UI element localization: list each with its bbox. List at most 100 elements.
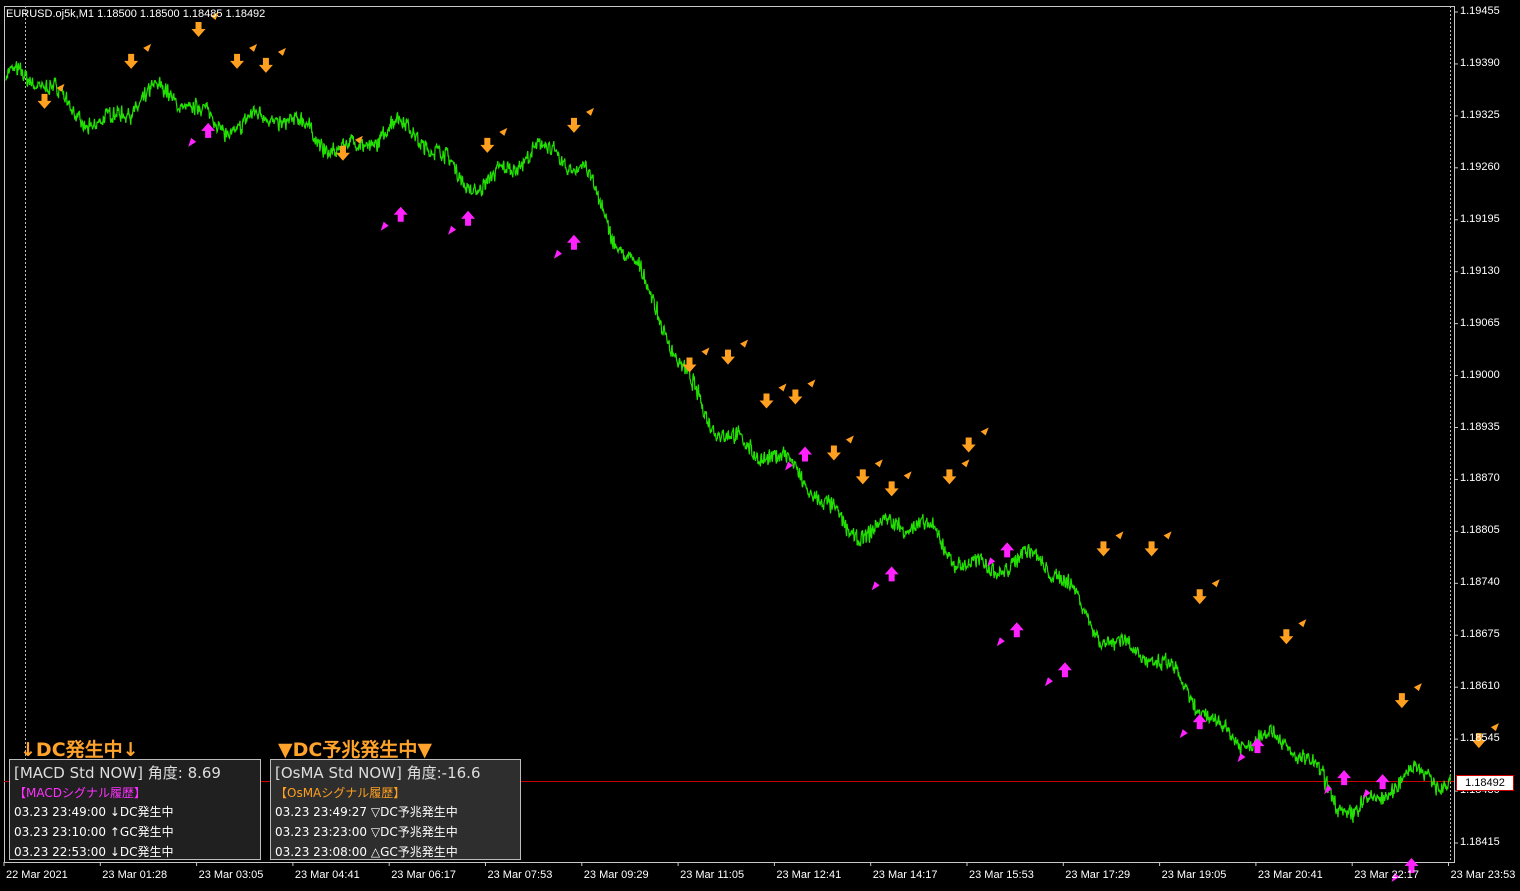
price-chart[interactable] — [0, 0, 1520, 891]
chart-frame — [4, 6, 1455, 863]
time-axis-label: 23 Mar 04:41 — [294, 869, 360, 881]
down-signal-arrow-icon — [124, 53, 139, 69]
up-signal-tick-icon — [380, 221, 389, 231]
up-signal-tick-icon — [996, 637, 1005, 647]
down-signal-tick-icon — [499, 127, 508, 136]
down-signal-arrow-icon — [788, 389, 803, 405]
chart-area[interactable] — [0, 0, 1520, 891]
down-signal-tick-icon — [778, 383, 787, 392]
down-signal-arrow-icon — [759, 393, 774, 409]
down-signal-tick-icon — [874, 459, 883, 468]
down-signal-tick-icon — [1490, 723, 1499, 732]
up-signal-arrow-icon — [393, 206, 408, 222]
macd-banner: ↓DC発生中↓ — [20, 739, 139, 761]
down-signal-tick-icon — [1115, 531, 1124, 540]
up-signal-tick-icon — [871, 581, 880, 591]
osma-panel: [OsMA Std NOW] 角度:-16.6 【OsMAシグナル履歴】 03.… — [270, 759, 521, 860]
down-signal-tick-icon — [701, 347, 710, 356]
time-axis-label: 23 Mar 19:05 — [1161, 869, 1227, 881]
price-axis-label: 1.19000 — [1460, 368, 1500, 381]
osma-history-row: 03.23 23:08:00 △GC予兆発生中 — [275, 845, 458, 859]
macd-panel-title: [MACD Std NOW] 角度: 8.69 — [14, 764, 221, 782]
time-axis-label: 23 Mar 11:05 — [680, 869, 745, 881]
down-signal-tick-icon — [845, 435, 854, 444]
osma-history-title: 【OsMAシグナル履歴】 — [275, 786, 406, 800]
time-axis-label: 23 Mar 20:41 — [1257, 869, 1323, 881]
up-signal-tick-icon — [553, 249, 562, 259]
price-axis-label: 1.19390 — [1460, 56, 1500, 69]
up-signal-tick-icon — [188, 137, 197, 147]
osma-history-row: 03.23 23:49:27 ▽DC予兆発生中 — [275, 805, 458, 819]
down-signal-arrow-icon — [230, 53, 245, 69]
down-signal-tick-icon — [807, 379, 816, 388]
time-axis-label: 23 Mar 03:05 — [198, 869, 264, 881]
up-signal-arrow-icon — [798, 446, 813, 462]
price-axis-label: 1.19130 — [1460, 264, 1500, 277]
macd-panel: [MACD Std NOW] 角度: 8.69 【MACDシグナル履歴】 03.… — [9, 759, 261, 860]
price-axis-label: 1.19260 — [1460, 160, 1500, 173]
up-signal-tick-icon — [1044, 677, 1053, 687]
down-signal-arrow-icon — [942, 469, 957, 485]
down-signal-arrow-icon — [480, 137, 495, 153]
price-axis-label: 1.18415 — [1460, 836, 1500, 848]
down-signal-tick-icon — [56, 83, 65, 92]
time-axis-label: 22 Mar 2021 — [6, 869, 68, 881]
down-signal-tick-icon — [1211, 579, 1220, 588]
time-axis-label: 23 Mar 22:17 — [1354, 869, 1420, 881]
price-axis-label: 1.19065 — [1460, 316, 1500, 329]
price-axis-label: 1.18610 — [1460, 680, 1500, 693]
up-signal-arrow-icon — [461, 210, 476, 226]
up-signal-arrow-icon — [1057, 662, 1072, 678]
price-axis-label: 1.18935 — [1460, 420, 1500, 433]
osma-history-row: 03.23 23:23:00 ▽DC予兆発生中 — [275, 825, 458, 839]
price-axis-label: 1.18740 — [1460, 576, 1500, 589]
macd-history-row: 03.23 23:49:00 ↓DC発生中 — [14, 805, 174, 819]
price-axis-label: 1.18675 — [1460, 628, 1500, 641]
time-axis-label: 23 Mar 12:41 — [776, 869, 842, 881]
up-signal-arrow-icon — [1375, 774, 1390, 790]
time-axis-label: 23 Mar 06:17 — [391, 869, 457, 881]
osma-banner: ▼DC予兆発生中▼ — [278, 739, 432, 761]
time-axis-label: 23 Mar 09:29 — [583, 869, 649, 881]
price-axis-label: 1.19195 — [1460, 212, 1500, 225]
down-signal-tick-icon — [143, 43, 152, 52]
down-signal-tick-icon — [249, 43, 258, 52]
down-signal-arrow-icon — [855, 469, 870, 485]
current-price-tag: 1.18492 — [1456, 775, 1514, 791]
up-signal-tick-icon — [448, 225, 457, 235]
down-signal-tick-icon — [1163, 531, 1172, 540]
down-signal-tick-icon — [585, 107, 594, 116]
price-axis-label: 1.18805 — [1460, 524, 1500, 537]
symbol-header: EURUSD.oj5k,M1 1.18500 1.18500 1.18485 1… — [6, 8, 266, 20]
macd-history-row: 03.23 23:10:00 ↑GC発生中 — [14, 825, 174, 839]
down-signal-arrow-icon — [1144, 541, 1159, 557]
down-signal-tick-icon — [740, 339, 748, 348]
down-signal-arrow-icon — [191, 21, 206, 37]
time-axis-label: 23 Mar 15:53 — [969, 869, 1034, 881]
down-signal-arrow-icon — [1096, 541, 1111, 557]
down-signal-arrow-icon — [258, 57, 273, 73]
time-axis-label: 23 Mar 23:53 — [1450, 869, 1516, 881]
up-signal-tick-icon — [1179, 729, 1188, 739]
up-signal-arrow-icon — [566, 234, 581, 250]
up-signal-arrow-icon — [1337, 770, 1352, 786]
down-signal-tick-icon — [980, 427, 989, 436]
macd-history-row: 03.23 22:53:00 ↓DC発生中 — [14, 845, 174, 859]
time-axis-label: 23 Mar 01:28 — [102, 869, 168, 881]
price-axis-label: 1.19325 — [1460, 108, 1500, 121]
down-signal-arrow-icon — [884, 481, 899, 497]
down-signal-tick-icon — [961, 459, 970, 468]
price-axis-label: 1.18545 — [1460, 732, 1500, 745]
up-signal-tick-icon — [987, 557, 996, 567]
up-signal-tick-icon — [1237, 753, 1246, 763]
price-line — [5, 61, 1451, 823]
price-axis-label: 1.19455 — [1460, 5, 1500, 17]
down-signal-arrow-icon — [1192, 589, 1207, 605]
time-axis-label: 23 Mar 17:29 — [1065, 869, 1131, 881]
down-signal-tick-icon — [1413, 683, 1422, 692]
down-signal-arrow-icon — [566, 117, 581, 133]
down-signal-tick-icon — [277, 47, 286, 56]
down-signal-tick-icon — [903, 471, 912, 480]
up-signal-arrow-icon — [1000, 542, 1015, 558]
up-signal-arrow-icon — [1009, 622, 1024, 638]
